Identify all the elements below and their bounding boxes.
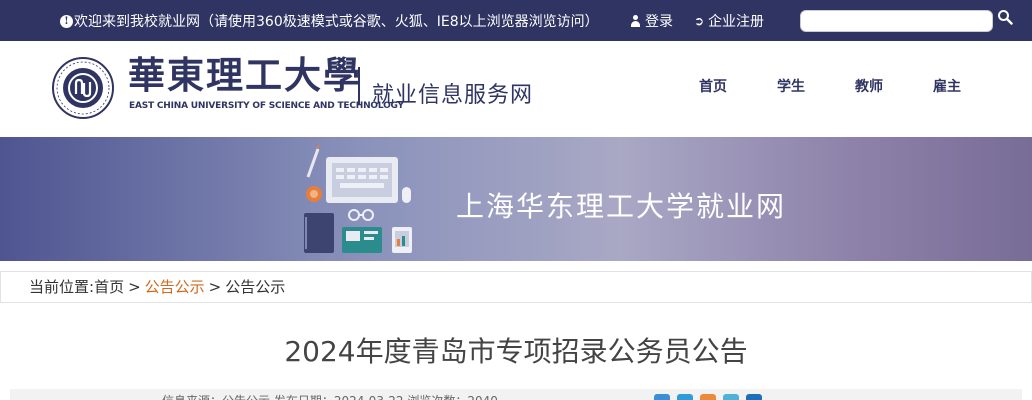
site-subtitle: 就业信息服务网 xyxy=(372,83,534,108)
breadcrumb-prefix: 当前位置: xyxy=(29,278,95,296)
nav-teachers[interactable]: 教师 xyxy=(855,76,883,96)
breadcrumb-separator: > xyxy=(208,277,222,296)
welcome-text: 欢迎来到我校就业网（请使用360极速模式或谷歌、火狐、IE8以上浏览器浏览访问） xyxy=(74,14,599,30)
register-label: 企业注册 xyxy=(708,14,765,30)
university-seal-logo[interactable] xyxy=(52,57,114,119)
banner-title: 上海华东理工大学就业网 xyxy=(456,190,787,223)
article-meta-bar: 信息来源：公告公示 发布日期：2024-03-22 浏览次数：2040 xyxy=(10,389,1022,400)
article-meta: 信息来源：公告公示 发布日期：2024-03-22 浏览次数：2040 xyxy=(162,392,498,400)
search-input[interactable] xyxy=(800,10,993,32)
breadcrumb-section[interactable]: 公告公示 xyxy=(145,276,205,297)
breadcrumb-separator: > xyxy=(128,277,141,296)
site-header: 華東理工大學 EAST CHINA UNIVERSITY OF SCIENCE … xyxy=(0,41,1032,137)
nav-home[interactable]: 首页 xyxy=(699,76,727,96)
search-button[interactable] xyxy=(997,9,1015,29)
office-supplies-illustration xyxy=(304,144,412,253)
article-title: 2024年度青岛市专项招录公务员公告 xyxy=(284,335,748,368)
login-label: 登录 xyxy=(645,14,673,30)
share-renren-icon[interactable] xyxy=(700,394,716,400)
breadcrumb-home[interactable]: 首页 xyxy=(94,276,124,297)
welcome-message: ! 欢迎来到我校就业网（请使用360极速模式或谷歌、火狐、IE8以上浏览器浏览访… xyxy=(60,11,599,31)
nav-students[interactable]: 学生 xyxy=(777,76,805,96)
search-icon xyxy=(998,10,1013,25)
top-bar: ! 欢迎来到我校就业网（请使用360极速模式或谷歌、火狐、IE8以上浏览器浏览访… xyxy=(0,0,1032,41)
info-icon: ! xyxy=(60,14,73,28)
register-link[interactable]: ➲ 企业注册 xyxy=(694,11,764,31)
share-douban-icon[interactable] xyxy=(746,394,762,400)
breadcrumb: 当前位置: 首页 > 公告公示 > 公告公示 xyxy=(0,271,1032,303)
login-link[interactable]: 登录 xyxy=(630,11,673,31)
university-name-english: EAST CHINA UNIVERSITY OF SCIENCE AND TEC… xyxy=(129,101,404,111)
nav-employers[interactable]: 雇主 xyxy=(933,76,961,96)
share-weibo-icon[interactable] xyxy=(654,394,670,400)
university-name-chinese: 華東理工大學 xyxy=(128,53,362,97)
share-wechat-icon[interactable] xyxy=(723,394,739,400)
sign-in-icon: ➲ xyxy=(694,14,705,28)
hero-banner: 上海华东理工大学就业网 xyxy=(0,137,1032,261)
user-icon xyxy=(630,15,641,27)
logo-divider xyxy=(358,67,360,105)
share-qq-icon[interactable] xyxy=(677,394,693,400)
breadcrumb-current: 公告公示 xyxy=(225,278,286,296)
